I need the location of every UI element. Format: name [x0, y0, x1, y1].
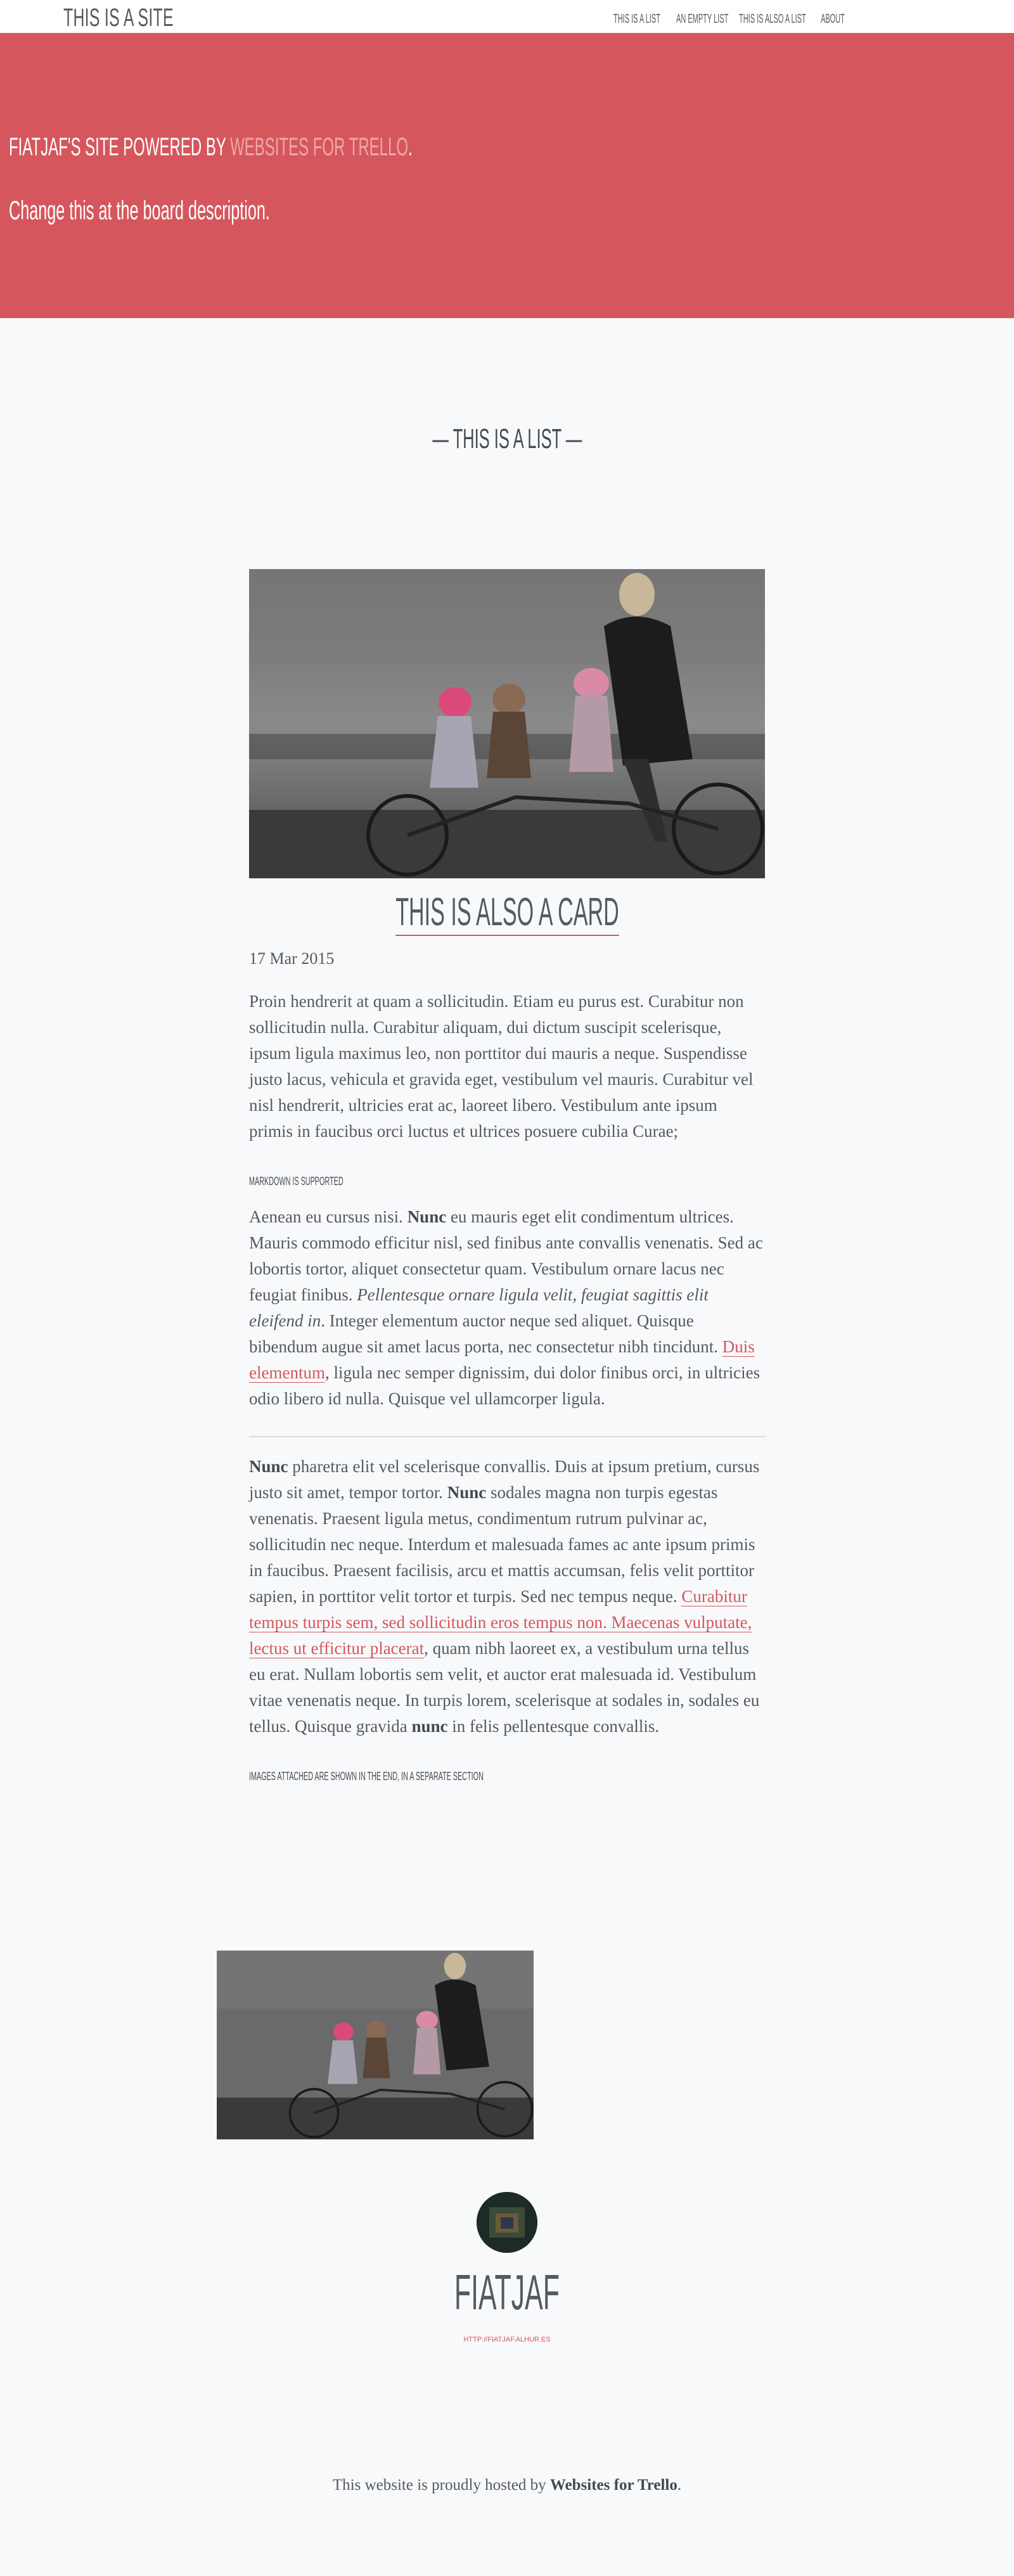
hero-description: Change this at the board description.	[9, 195, 270, 225]
card-paragraph-2: Aenean eu cursus nisi. Nunc eu mauris eg…	[249, 1207, 763, 1408]
hero-banner: FIATJAF'S SITE POWERED BY WEBSITES FOR T…	[0, 33, 1014, 318]
hero-tagline: FIATJAF'S SITE POWERED BY WEBSITES FOR T…	[9, 133, 413, 161]
author-avatar	[477, 2192, 537, 2253]
card-subheading-images: IMAGES ATTACHED ARE SHOWN IN THE END, IN…	[249, 1770, 484, 1783]
author-name: FIATJAF	[454, 2264, 560, 2320]
card-cover-image	[249, 569, 765, 878]
nav-item-an-empty-list[interactable]: AN EMPTY LIST	[676, 0, 728, 33]
card-subheading-markdown: MARKDOWN IS SUPPORTED	[249, 1175, 343, 1188]
card-date: 17 Mar 2015	[249, 949, 335, 968]
author-url: HTTP://FIATJAF.ALHUR.ES	[0, 2333, 1014, 2345]
footer-brand[interactable]: Websites for Trello	[550, 2477, 677, 2494]
card-title: THIS IS ALSO A CARD	[249, 890, 765, 936]
card-body: Proin hendrerit at quam a sollicitudin. …	[249, 989, 765, 1799]
author-url-link[interactable]: HTTP://FIATJAF.ALHUR.ES	[463, 2336, 550, 2343]
nav-item-this-is-also-a-list[interactable]: THIS IS ALSO A LIST	[739, 0, 806, 33]
top-navbar: THIS IS A SITE THIS IS A LIST AN EMPTY L…	[0, 0, 1014, 33]
websites-for-trello-link[interactable]: WEBSITES FOR TRELLO	[230, 133, 408, 161]
footer: This website is proudly hosted by Websit…	[332, 2477, 682, 2494]
site-title[interactable]: THIS IS A SITE	[63, 1, 174, 34]
attached-image-thumbnail[interactable]	[217, 1951, 534, 2139]
card-paragraph-3: Nunc pharetra elit vel scelerisque conva…	[249, 1457, 760, 1736]
list-heading: — THIS IS A LIST —	[432, 423, 582, 454]
nav-item-this-is-a-list[interactable]: THIS IS A LIST	[613, 0, 660, 33]
card-paragraph-1: Proin hendrerit at quam a sollicitudin. …	[249, 992, 754, 1141]
card-divider	[249, 1436, 765, 1437]
nav-item-about[interactable]: ABOUT	[821, 0, 845, 33]
card-title-link[interactable]: THIS IS ALSO A CARD	[395, 890, 619, 936]
